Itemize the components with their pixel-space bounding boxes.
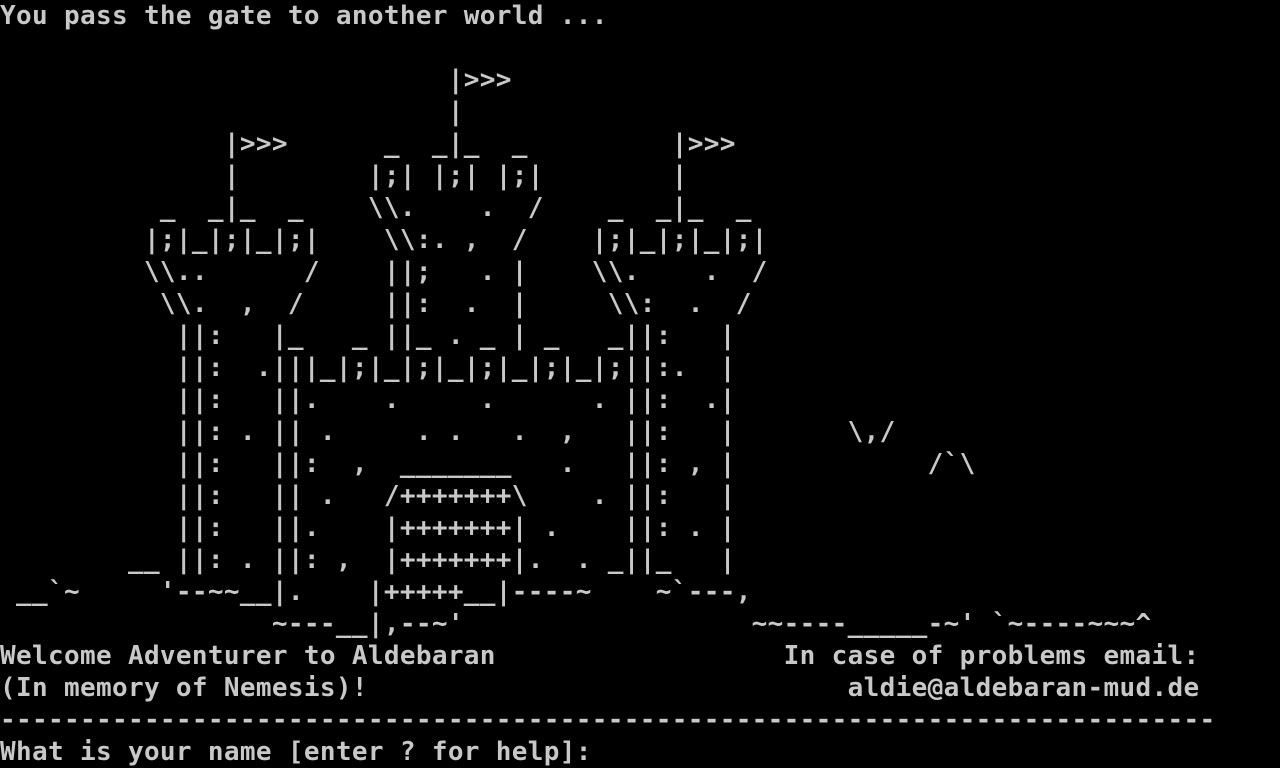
terminal-window[interactable]: You pass the gate to another world ... |… — [0, 0, 1280, 768]
castle-art-line: \\. , / ||: . | \\: . / — [0, 289, 752, 319]
castle-art-line: ~---__|,--~' ~~----_____-~' `~----~~~^ — [0, 609, 1152, 639]
castle-art-line: ||: .|||_|;|_|;|_|;|_|;|_|;||:. | — [0, 353, 736, 383]
castle-art-line: | |;| |;| |;| | — [0, 161, 688, 191]
castle-art-line: ||: . || . . . . , ||: | \,/ — [0, 417, 896, 447]
castle-art-line: ||: || . /+++++++\ . ||: | — [0, 481, 736, 511]
castle-art-line: __ ||: . ||: , |+++++++|. . _||_ | — [0, 545, 736, 575]
memory-email-line: (In memory of Nemesis)! aldie@aldebaran-… — [0, 673, 1200, 703]
castle-art-line: ||: ||: , _______ . ||: , | /`\ — [0, 449, 976, 479]
castle-art-line: ||: ||. |+++++++| . ||: . | — [0, 513, 736, 543]
separator-line: ----------------------------------------… — [0, 705, 1216, 735]
name-prompt: What is your name [enter ? for help]: — [0, 737, 592, 767]
castle-art-line: ||: |_ _ ||_ . _ | _ _||: | — [0, 321, 736, 351]
intro-text: You pass the gate to another world ... — [0, 1, 608, 31]
castle-art-line: ||: ||. . . . ||: .| — [0, 385, 736, 415]
castle-art-line: __`~ '--~~__|. |+++++__|----~ ~`---, — [0, 577, 752, 607]
welcome-line: Welcome Adventurer to Aldebaran In case … — [0, 641, 1200, 671]
castle-art-line: |;|_|;|_|;| \\:. , / |;|_|;|_|;| — [0, 225, 768, 255]
castle-art-line: |>>> — [0, 65, 512, 95]
castle-art-line: |>>> _ _|_ _ |>>> — [0, 129, 736, 159]
castle-art-line: _ _|_ _ \\. . / _ _|_ _ — [0, 193, 752, 223]
name-input[interactable] — [600, 736, 1200, 768]
castle-art-line: | — [0, 97, 464, 127]
castle-art-line: \\.. / ||; . | \\. . / — [0, 257, 768, 287]
